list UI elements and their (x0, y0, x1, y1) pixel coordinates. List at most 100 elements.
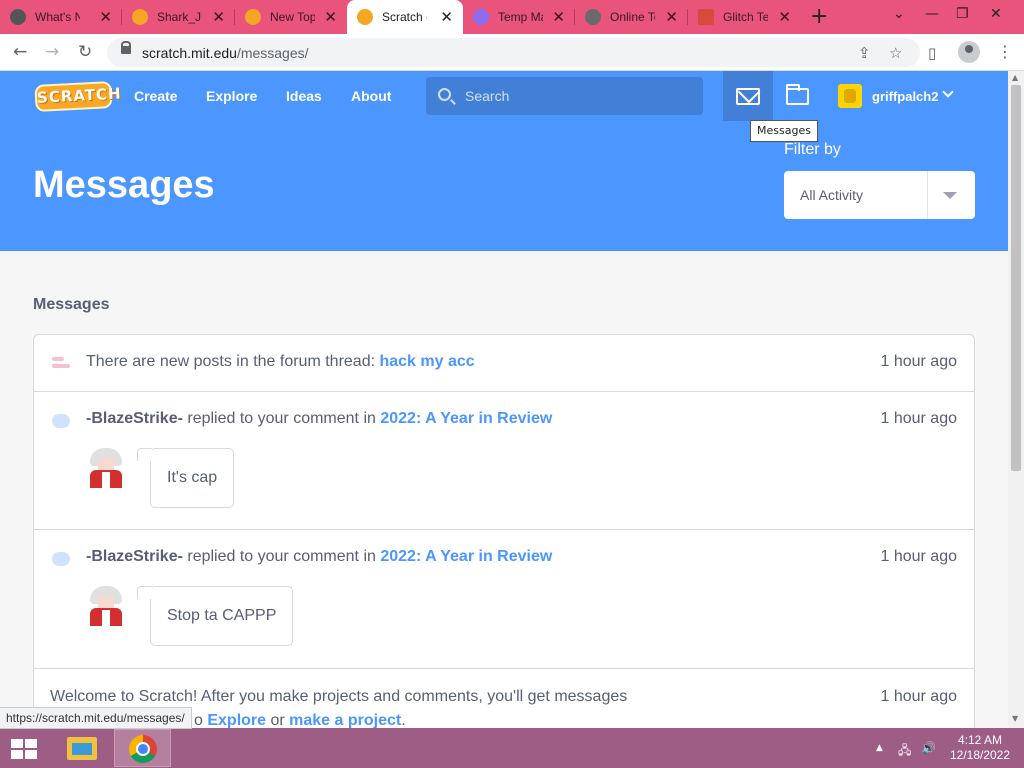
dropdown-arrow-icon (943, 192, 957, 199)
scroll-down-arrow-icon[interactable]: ▼ (1012, 714, 1018, 723)
windows-start-icon[interactable] (11, 739, 37, 759)
list-item: -BlazeStrike- replied to your comment in… (34, 392, 974, 530)
user-avatar[interactable] (838, 84, 862, 108)
welcome-text: Welcome to Scratch! After you make proje… (50, 688, 628, 705)
close-tab-icon[interactable]: ✕ (324, 8, 337, 26)
page-title: Messages (33, 164, 215, 206)
tab-title: New Top (270, 10, 315, 24)
status-bar-url: https://scratch.mit.edu/messages/ (0, 707, 192, 729)
reload-icon[interactable]: ↻ (78, 42, 92, 62)
project-link[interactable]: 2022: A Year in Review (380, 548, 552, 565)
restore-icon[interactable]: ❐ (956, 6, 969, 22)
account-dropdown-chevron-icon[interactable] (942, 86, 954, 98)
scratch-favicon-icon (132, 9, 148, 25)
messages-button[interactable] (723, 71, 773, 121)
section-title: Messages (33, 296, 110, 313)
tab-title: Glitch Te (723, 10, 768, 24)
more-menu-icon[interactable]: ⋮ (997, 42, 1013, 61)
nav-create[interactable]: Create (134, 88, 178, 104)
chrome-icon (129, 735, 157, 763)
scroll-up-arrow-icon[interactable]: ▲ (1012, 73, 1018, 82)
nav-explore[interactable]: Explore (206, 88, 257, 104)
close-tab-icon[interactable]: ✕ (440, 8, 453, 26)
username[interactable]: griffpalch2 (872, 89, 938, 104)
project-link[interactable]: 2022: A Year in Review (380, 410, 552, 427)
close-window-icon[interactable]: ✕ (990, 6, 1002, 22)
lock-icon (121, 41, 131, 54)
new-tab-button[interactable]: + (810, 4, 828, 29)
clock-date: 12/18/2022 (949, 748, 1011, 762)
timestamp: 1 hour ago (880, 688, 957, 705)
temp-mail-favicon-icon (473, 9, 489, 25)
close-tab-icon[interactable]: ✕ (665, 8, 678, 26)
close-tab-icon[interactable]: ✕ (212, 8, 225, 26)
screen: What's N ✕ Shark_JU ✕ New Top ✕ Scratch … (0, 0, 1024, 768)
network-icon[interactable]: 🖧 (898, 741, 911, 762)
bookmark-star-icon[interactable]: ☆ (889, 44, 902, 62)
filter-label: Filter by (784, 141, 841, 158)
address-bar[interactable]: scratch.mit.edu/messages/ (107, 38, 920, 67)
volume-icon[interactable]: 🔊 (921, 741, 936, 755)
scratch-navbar: SCRATCH Create Explore Ideas About griff… (0, 71, 1008, 121)
comment-bubble: It's cap (136, 448, 235, 508)
search-input[interactable] (465, 86, 685, 106)
user-link[interactable]: -BlazeStrike- (86, 410, 183, 427)
explore-link[interactable]: Explore (207, 712, 266, 728)
forum-thread-link[interactable]: hack my acc (379, 353, 474, 370)
messages-tooltip: Messages (750, 120, 818, 142)
tab-title: Scratch - (382, 10, 427, 24)
scrollbar-thumb[interactable] (1011, 85, 1021, 471)
comment-bubble: Stop ta CAPPP (136, 586, 294, 646)
tab-new-topic[interactable]: New Top ✕ (235, 0, 347, 34)
url-text[interactable]: scratch.mit.edu/messages/ (142, 45, 309, 61)
messages-banner: Messages Filter by All Activity (0, 121, 1008, 251)
timestamp: 1 hour ago (880, 353, 957, 370)
tab-scratch[interactable]: Scratch - ✕ (347, 0, 463, 34)
glitch-favicon-icon (698, 9, 714, 25)
user-link[interactable]: -BlazeStrike- (86, 548, 183, 565)
close-tab-icon[interactable]: ✕ (778, 8, 791, 26)
filter-select[interactable]: All Activity (784, 171, 975, 219)
back-arrow-icon[interactable]: ← (13, 42, 27, 62)
commenter-avatar[interactable] (86, 586, 126, 626)
github-favicon-icon (10, 9, 26, 25)
share-icon[interactable]: ⇪ (858, 44, 871, 62)
file-explorer-icon (67, 737, 97, 760)
tab-title: What's N (35, 10, 80, 24)
page-scrollbar[interactable]: ▲ ▼ (1008, 71, 1024, 728)
side-panel-icon[interactable]: ▯ (928, 44, 936, 62)
message-text: There are new posts in the forum thread: (86, 353, 380, 370)
tab-glitch-text[interactable]: Glitch Te ✕ (688, 0, 801, 34)
list-item: -BlazeStrike- replied to your comment in… (34, 530, 974, 669)
windows-taskbar: ▲ 🖧 🔊 4:12 AM 12/18/2022 (0, 728, 1024, 768)
minimize-icon[interactable]: — (925, 6, 939, 22)
tab-online-text[interactable]: Online Te ✕ (575, 0, 688, 34)
tab-shark-ju[interactable]: Shark_JU ✕ (122, 0, 235, 34)
nav-about[interactable]: About (351, 88, 391, 104)
file-explorer-button[interactable] (52, 729, 109, 767)
my-stuff-folder-icon[interactable] (786, 84, 809, 105)
make-project-link[interactable]: make a project (289, 712, 401, 728)
close-tab-icon[interactable]: ✕ (552, 8, 565, 26)
profile-avatar-icon[interactable] (958, 41, 980, 63)
search-box (426, 77, 703, 115)
browser-tab-strip: What's N ✕ Shark_JU ✕ New Top ✕ Scratch … (0, 0, 1024, 34)
messages-content: Messages There are new posts in the foru… (0, 251, 1008, 728)
timestamp: 1 hour ago (880, 548, 957, 565)
globe-favicon-icon (585, 9, 601, 25)
tab-title: Temp Ma (498, 10, 543, 24)
system-clock[interactable]: 4:12 AM 12/18/2022 (945, 733, 1015, 763)
close-tab-icon[interactable]: ✕ (99, 8, 112, 26)
scratch-logo[interactable]: SCRATCH (34, 81, 122, 112)
tab-whats-new[interactable]: What's N ✕ (0, 0, 122, 34)
chrome-taskbar-button[interactable] (114, 729, 171, 767)
forum-icon (52, 357, 70, 371)
scratch-favicon-icon (357, 9, 373, 25)
tab-search-chevron-icon[interactable]: ⌄ (893, 6, 905, 22)
tab-temp-mail[interactable]: Temp Ma ✕ (463, 0, 575, 34)
nav-ideas[interactable]: Ideas (286, 88, 322, 104)
show-hidden-icons-icon[interactable]: ▲ (876, 743, 883, 753)
clock-time: 4:12 AM (957, 733, 1003, 747)
forward-arrow-icon[interactable]: → (45, 42, 59, 62)
commenter-avatar[interactable] (86, 448, 126, 488)
